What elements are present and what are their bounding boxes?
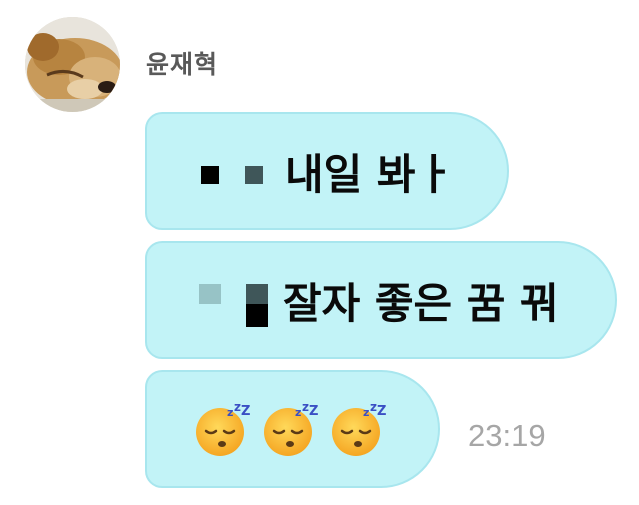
redacted-block [246, 284, 268, 304]
sleeping-face-icon: z z Z [264, 400, 318, 456]
svg-text:z: z [227, 406, 233, 419]
message-text: 잘자 좋은 꿈 꿔 [283, 278, 559, 328]
dog-photo-icon [25, 17, 120, 112]
svg-text:z: z [295, 406, 301, 419]
timestamp: 23:19 [468, 418, 546, 453]
sleeping-face-icon: z z Z [196, 400, 250, 456]
svg-text:Z: Z [241, 404, 250, 419]
svg-text:z: z [234, 400, 241, 414]
svg-text:Z: Z [309, 404, 318, 419]
redacted-block [245, 166, 263, 184]
svg-text:z: z [370, 400, 377, 414]
redacted-block [199, 284, 221, 304]
sleeping-face-icon: z z Z [332, 400, 386, 456]
message-bubble[interactable]: 잘자 좋은 꿈 꿔 [145, 241, 617, 359]
svg-text:z: z [302, 400, 309, 414]
message-bubble[interactable]: 내일 봐ㅏ [145, 112, 509, 230]
sender-name: 윤재혁 [146, 50, 219, 79]
svg-text:Z: Z [377, 404, 386, 419]
svg-text:z: z [363, 406, 369, 419]
redacted-block [201, 166, 219, 184]
message-text: 내일 봐ㅏ [285, 149, 455, 199]
avatar[interactable] [25, 17, 120, 112]
emoji-message-bubble[interactable]: z z Z z z Z z z Z [145, 370, 440, 488]
emoji-row: z z Z z z Z z z Z [193, 400, 387, 458]
redacted-block [246, 304, 268, 327]
